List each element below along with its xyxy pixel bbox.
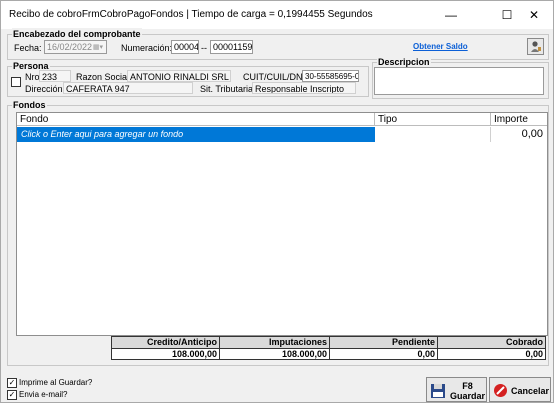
cuit-field: 30-55585695-0 xyxy=(302,70,359,82)
fecha-value: 16/02/2022 xyxy=(47,42,93,52)
add-fondo-hint: Click o Enter aqui para agregar un fondo xyxy=(21,129,184,139)
razon-social-field: ANTONIO RINALDI SRL xyxy=(127,70,231,82)
numeracion-punto-input[interactable]: 00004 xyxy=(171,40,199,54)
person-lookup-button[interactable] xyxy=(527,38,544,55)
cancelar-button[interactable]: Cancelar xyxy=(489,377,551,402)
imputaciones-value: 108.000,00 xyxy=(281,349,327,359)
tipo-cell[interactable] xyxy=(375,127,491,142)
numeracion-label: Numeración: xyxy=(121,43,173,53)
imprime-checkbox[interactable]: ✓ xyxy=(7,378,17,388)
fondos-group-label: Fondos xyxy=(12,99,47,111)
title-bar: Recibo de cobroFrmCobroPagoFondos | Tiem… xyxy=(1,1,553,29)
fondos-grid[interactable]: Fondo Tipo Importe Click o Enter aqui pa… xyxy=(16,112,548,336)
fecha-label: Fecha: xyxy=(14,43,42,53)
imputaciones-header: Imputaciones xyxy=(268,337,327,347)
obtener-saldo-link[interactable]: Obtener Saldo xyxy=(413,41,468,53)
encabezado-group-label: Encabezado del comprobante xyxy=(12,28,142,40)
column-header-importe[interactable]: Importe xyxy=(491,113,547,126)
cuit-value: 30-55585695-0 xyxy=(305,72,359,81)
totals-panel: Credito/Anticipo Imputaciones Pendiente … xyxy=(111,336,546,360)
importe-value: 0,00 xyxy=(521,128,543,140)
pendiente-value: 0,00 xyxy=(417,349,435,359)
razon-social-value: ANTONIO RINALDI SRL xyxy=(130,72,229,82)
calendar-dropdown-icon[interactable]: ▦▾ xyxy=(93,42,103,53)
cobrado-value: 0,00 xyxy=(525,349,543,359)
numeracion-numero-input[interactable]: 00001159 xyxy=(210,40,253,54)
persona-select-checkbox[interactable] xyxy=(11,77,21,87)
sit-tributaria-field: Responsable Inscripto xyxy=(252,82,356,94)
person-search-icon xyxy=(531,41,541,52)
receipt-window: Recibo de cobroFrmCobroPagoFondos | Tiem… xyxy=(0,0,554,403)
sit-tributaria-value: Responsable Inscripto xyxy=(255,84,345,94)
numeracion-punto-value: 00004 xyxy=(174,42,199,52)
descripcion-textarea[interactable] xyxy=(374,67,544,95)
cancelar-label: Cancelar xyxy=(511,386,550,396)
direccion-value: CAFERATA 947 xyxy=(66,84,130,94)
save-icon xyxy=(431,384,445,398)
column-header-tipo[interactable]: Tipo xyxy=(375,113,491,126)
column-header-fondo[interactable]: Fondo xyxy=(17,113,375,126)
importe-cell[interactable]: 0,00 xyxy=(491,127,547,142)
guardar-shortcut: F8 xyxy=(462,381,473,391)
cancel-icon xyxy=(494,384,507,397)
cobrado-header: Cobrado xyxy=(506,337,543,347)
sit-tributaria-label: Sit. Tributaria: xyxy=(200,84,256,94)
pendiente-header: Pendiente xyxy=(391,337,435,347)
direccion-field: CAFERATA 947 xyxy=(63,82,193,94)
add-fondo-row[interactable]: Click o Enter aqui para agregar un fondo xyxy=(17,127,375,142)
numeracion-separator: -- xyxy=(201,43,207,53)
nro-value: 233 xyxy=(42,72,58,82)
direccion-label: Dirección: xyxy=(25,84,66,94)
nro-field: 233 xyxy=(39,70,71,82)
envia-email-checkbox[interactable]: ✓ xyxy=(7,390,17,400)
fecha-input[interactable]: 16/02/2022 ▦▾ xyxy=(44,40,107,54)
close-button[interactable]: ✕ xyxy=(514,3,554,27)
minimize-button[interactable]: — xyxy=(431,3,471,27)
guardar-label: Guardar xyxy=(449,391,485,401)
envia-email-label: Envia e-mail? xyxy=(19,390,68,399)
guardar-button[interactable]: F8 Guardar xyxy=(426,377,487,402)
credito-anticipo-header: Credito/Anticipo xyxy=(147,337,217,347)
window-title: Recibo de cobroFrmCobroPagoFondos | Tiem… xyxy=(9,9,373,20)
imprime-label: Imprime al Guardar? xyxy=(19,378,93,387)
credito-anticipo-value: 108.000,00 xyxy=(171,349,217,359)
numeracion-numero-value: 00001159 xyxy=(213,42,253,52)
